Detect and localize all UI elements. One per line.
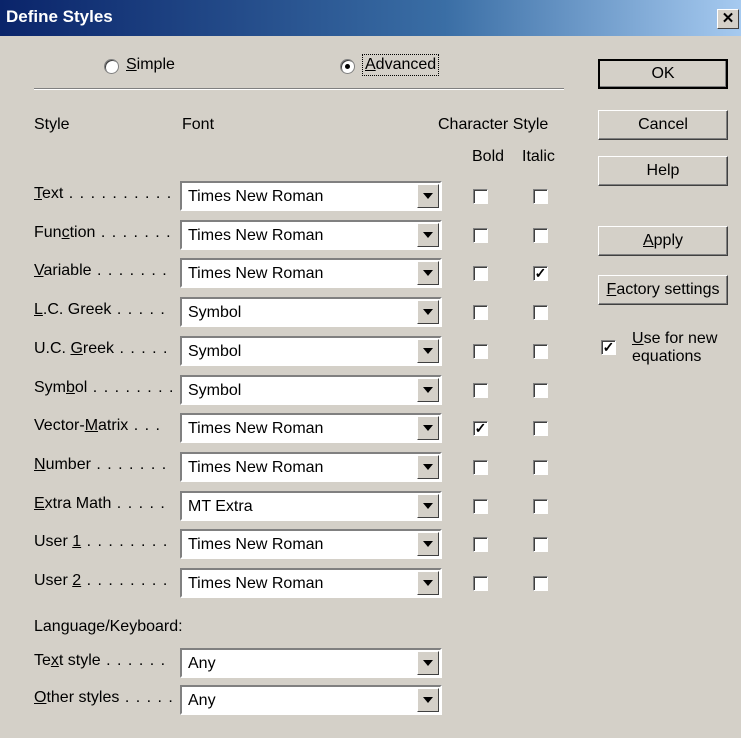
style-label: Text . . . . . . . . . . (34, 185, 173, 202)
italic-checkbox[interactable] (533, 537, 548, 552)
bold-checkbox[interactable] (473, 189, 488, 204)
font-select[interactable]: Times New Roman (180, 452, 442, 482)
style-label: U.C. Greek . . . . . (34, 340, 169, 357)
help-button[interactable]: Help (598, 156, 728, 186)
font-value: Times New Roman (188, 575, 324, 592)
header-font: Font (182, 116, 215, 133)
font-value: MT Extra (188, 498, 253, 515)
chevron-down-icon[interactable] (417, 494, 439, 518)
bold-checkbox[interactable] (473, 344, 488, 359)
style-label: Symbol . . . . . . . . (34, 379, 175, 396)
factory-settings-button[interactable]: Factory settings (598, 275, 728, 305)
apply-button[interactable]: Apply (598, 226, 728, 256)
italic-checkbox[interactable]: ✓ (533, 266, 548, 281)
bold-checkbox[interactable] (473, 460, 488, 475)
style-label: Vector-Matrix . . . (34, 417, 161, 434)
ok-button[interactable]: OK (598, 59, 728, 89)
chevron-down-icon[interactable] (417, 378, 439, 402)
font-select[interactable]: MT Extra (180, 491, 442, 521)
font-value: Symbol (188, 343, 242, 360)
chevron-down-icon[interactable] (417, 184, 439, 208)
bold-checkbox[interactable] (473, 228, 488, 243)
style-label: Function . . . . . . . (34, 224, 172, 241)
use-for-new-label[interactable]: Use for new equations (632, 330, 717, 366)
font-select[interactable]: Times New Roman (180, 220, 442, 250)
italic-checkbox[interactable] (533, 576, 548, 591)
chevron-down-icon[interactable] (417, 416, 439, 440)
style-label: User 1 . . . . . . . . (34, 533, 169, 550)
font-value: Times New Roman (188, 536, 324, 553)
font-value: Symbol (188, 382, 242, 399)
font-value: Times New Roman (188, 420, 324, 437)
chevron-down-icon[interactable] (417, 532, 439, 556)
chevron-down-icon[interactable] (417, 571, 439, 595)
chevron-down-icon[interactable] (417, 261, 439, 285)
simple-radio[interactable] (104, 59, 119, 74)
font-select[interactable]: Symbol (180, 336, 442, 366)
close-icon[interactable]: ✕ (717, 9, 739, 29)
font-select[interactable]: Symbol (180, 297, 442, 327)
bold-checkbox[interactable] (473, 266, 488, 281)
window-title: Define Styles (6, 7, 113, 26)
advanced-label[interactable]: Advanced (362, 54, 440, 76)
bold-checkbox[interactable] (473, 576, 488, 591)
style-label: User 2 . . . . . . . . (34, 572, 169, 589)
simple-label[interactable]: Simple (126, 56, 175, 74)
style-label: L.C. Greek . . . . . (34, 301, 166, 318)
chevron-down-icon[interactable] (417, 688, 439, 712)
chevron-down-icon[interactable] (417, 339, 439, 363)
bold-checkbox[interactable] (473, 305, 488, 320)
style-label: Variable . . . . . . . (34, 262, 168, 279)
header-bold: Bold (472, 148, 505, 165)
italic-checkbox[interactable] (533, 305, 548, 320)
language-heading: Language/Keyboard: (34, 618, 183, 635)
chevron-down-icon[interactable] (417, 651, 439, 675)
define-styles-dialog: Define Styles ✕ Simple Advanced Style Fo… (0, 0, 741, 738)
font-select[interactable]: Times New Roman (180, 258, 442, 288)
bold-checkbox[interactable] (473, 499, 488, 514)
italic-checkbox[interactable] (533, 228, 548, 243)
chevron-down-icon[interactable] (417, 223, 439, 247)
style-label: Extra Math . . . . . (34, 495, 166, 512)
header-italic: Italic (522, 148, 555, 165)
language-label: Text style . . . . . . (34, 652, 167, 669)
font-select[interactable]: Times New Roman (180, 413, 442, 443)
use-for-new-checkbox[interactable]: ✓ (601, 340, 616, 355)
advanced-radio[interactable] (340, 59, 355, 74)
header-style: Style (34, 116, 70, 133)
font-select[interactable]: Symbol (180, 375, 442, 405)
italic-checkbox[interactable] (533, 499, 548, 514)
font-value: Times New Roman (188, 188, 324, 205)
italic-checkbox[interactable] (533, 460, 548, 475)
header-character-style: Character Style (438, 116, 549, 133)
language-label: Other styles . . . . . (34, 689, 174, 706)
chevron-down-icon[interactable] (417, 455, 439, 479)
language-value: Any (188, 655, 216, 672)
bold-checkbox[interactable] (473, 537, 488, 552)
italic-checkbox[interactable] (533, 421, 548, 436)
separator (34, 88, 564, 90)
language-select[interactable]: Any (180, 648, 442, 678)
italic-checkbox[interactable] (533, 383, 548, 398)
cancel-button[interactable]: Cancel (598, 110, 728, 140)
bold-checkbox[interactable] (473, 383, 488, 398)
font-select[interactable]: Times New Roman (180, 529, 442, 559)
font-value: Symbol (188, 304, 242, 321)
font-select[interactable]: Times New Roman (180, 181, 442, 211)
bold-checkbox[interactable]: ✓ (473, 421, 488, 436)
language-select[interactable]: Any (180, 685, 442, 715)
font-select[interactable]: Times New Roman (180, 568, 442, 598)
style-label: Number . . . . . . . (34, 456, 168, 473)
font-value: Times New Roman (188, 227, 324, 244)
italic-checkbox[interactable] (533, 344, 548, 359)
italic-checkbox[interactable] (533, 189, 548, 204)
title-bar[interactable]: Define Styles ✕ (0, 0, 741, 36)
chevron-down-icon[interactable] (417, 300, 439, 324)
language-value: Any (188, 692, 216, 709)
font-value: Times New Roman (188, 459, 324, 476)
font-value: Times New Roman (188, 265, 324, 282)
